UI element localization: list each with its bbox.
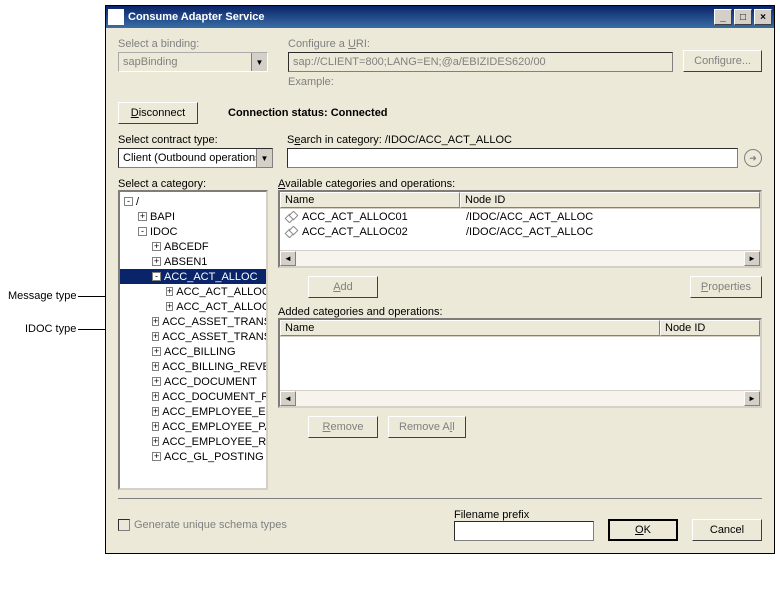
- window-title: Consume Adapter Service: [128, 11, 265, 23]
- minimize-button[interactable]: _: [714, 9, 732, 25]
- properties-button: Properties: [690, 276, 762, 298]
- scrollbar-horizontal[interactable]: ◄►: [280, 250, 760, 266]
- scrollbar-horizontal[interactable]: ◄►: [280, 390, 760, 406]
- disconnect-button[interactable]: Disconnect: [118, 102, 198, 124]
- gen-unique-checkbox: Generate unique schema types: [118, 519, 287, 531]
- app-icon: [108, 9, 124, 25]
- select-category-label: Select a category:: [118, 178, 268, 190]
- close-button[interactable]: ×: [754, 9, 772, 25]
- titlebar: Consume Adapter Service _ □ ×: [106, 6, 774, 28]
- list-item: ACC_ACT_ALLOC02 /IDOC/ACC_ACT_ALLOC: [280, 224, 760, 239]
- contract-select[interactable]: Client (Outbound operations) ▼: [118, 148, 273, 168]
- tree-item-acc-act-alloc: -ACC_ACT_ALLOC: [120, 269, 266, 284]
- available-label: Available categories and operations:: [278, 178, 762, 190]
- annotation-message-type: Message type: [8, 290, 76, 302]
- col-nodeid[interactable]: Node ID: [460, 192, 760, 208]
- annotation-idoc-type: IDOC type: [25, 323, 76, 335]
- col-name[interactable]: Name: [280, 192, 460, 208]
- example-label: Example:: [288, 76, 762, 88]
- maximize-button[interactable]: □: [734, 9, 752, 25]
- uri-input: sap://CLIENT=800;LANG=EN;@a/EBIZIDES620/…: [288, 52, 673, 72]
- added-label: Added categories and operations:: [278, 306, 762, 318]
- search-label: Search in category: /IDOC/ACC_ACT_ALLOC: [287, 134, 762, 146]
- added-list[interactable]: Name Node ID ◄►: [278, 318, 762, 408]
- col-name[interactable]: Name: [280, 320, 660, 336]
- search-go-icon[interactable]: ➜: [744, 149, 762, 167]
- add-button: Add: [308, 276, 378, 298]
- select-contract-label: Select contract type:: [118, 134, 273, 146]
- filename-prefix-label: Filename prefix: [454, 509, 594, 521]
- filename-prefix-input[interactable]: [454, 521, 594, 541]
- list-item: ACC_ACT_ALLOC01 /IDOC/ACC_ACT_ALLOC: [280, 209, 760, 224]
- cancel-button[interactable]: Cancel: [692, 519, 762, 541]
- dialog-consume-adapter: Consume Adapter Service _ □ × Select a b…: [105, 5, 775, 554]
- ok-button[interactable]: OK: [608, 519, 678, 541]
- chevron-down-icon: ▼: [251, 53, 267, 71]
- search-input[interactable]: [287, 148, 738, 168]
- category-tree[interactable]: -/ +BAPI -IDOC +ABCEDF +ABSEN1 -ACC_ACT_…: [118, 190, 268, 490]
- remove-all-button: Remove All: [388, 416, 466, 438]
- operation-icon: [286, 228, 300, 235]
- select-binding-label: Select a binding:: [118, 38, 268, 50]
- remove-button: Remove: [308, 416, 378, 438]
- configure-button: Configure...: [683, 50, 762, 72]
- configure-uri-label: Configure a URI:: [288, 38, 762, 50]
- chevron-down-icon[interactable]: ▼: [256, 149, 272, 167]
- binding-select: sapBinding ▼: [118, 52, 268, 72]
- col-nodeid[interactable]: Node ID: [660, 320, 760, 336]
- connection-status: Connection status: Connected: [228, 107, 388, 119]
- available-list[interactable]: Name Node ID ACC_ACT_ALLOC01 /IDOC/ACC_A…: [278, 190, 762, 268]
- operation-icon: [286, 213, 300, 220]
